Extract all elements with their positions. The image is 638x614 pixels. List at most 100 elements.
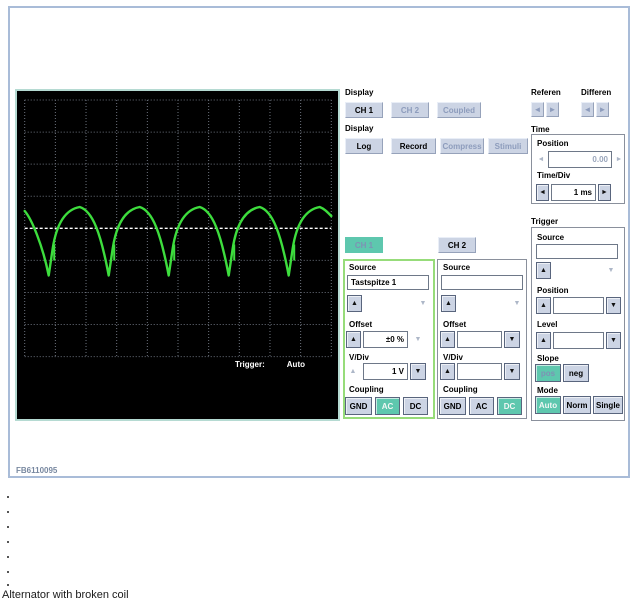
difference-label: Differen: [581, 88, 612, 97]
ch2-source-up-button[interactable]: ▲: [441, 295, 456, 312]
mode-norm-button[interactable]: Norm: [563, 396, 591, 414]
timediv-label: Time/Div: [537, 171, 571, 180]
ch1-source-value[interactable]: Tastspitze 1: [347, 275, 429, 290]
display-ch1-button[interactable]: CH 1: [345, 102, 383, 118]
timediv-increase-button[interactable]: ►: [598, 184, 611, 201]
arrow-down-icon: ▼: [508, 368, 516, 375]
ch2-vdiv-up-button[interactable]: ▲: [440, 363, 455, 380]
ch1-offset-value: ±0 %: [363, 331, 408, 348]
trigger-position-down-button[interactable]: ▼: [606, 297, 621, 314]
arrow-up-icon: ▲: [349, 368, 357, 375]
ch1-coupling-dc-button[interactable]: DC: [403, 397, 428, 415]
ch1-offset-up-button[interactable]: ▲: [346, 331, 361, 348]
display-coupled-button[interactable]: Coupled: [437, 102, 481, 118]
arrow-up-icon: ▲: [445, 300, 452, 307]
ch1-vdiv-up-button[interactable]: ▲: [347, 365, 359, 378]
compress-button[interactable]: Compress: [440, 138, 484, 154]
trigger-position-label: Position: [537, 286, 569, 295]
ch2-offset-down-button[interactable]: ▼: [504, 331, 520, 348]
trigger-mode-label: Mode: [537, 386, 558, 395]
time-group-label: Time: [531, 125, 550, 134]
trigger-level-down-button[interactable]: ▼: [606, 332, 621, 349]
arrow-down-icon: ▼: [607, 267, 615, 274]
trigger-level-up-button[interactable]: ▲: [536, 332, 551, 349]
figure-caption: Alternator with broken coil: [2, 589, 129, 601]
ch2-coupling-label: Coupling: [443, 385, 478, 394]
slope-neg-button[interactable]: neg: [563, 364, 589, 382]
arrow-up-icon: ▲: [444, 368, 451, 375]
trigger-source-label: Source: [537, 233, 565, 242]
ch1-coupling-gnd-button[interactable]: GND: [345, 397, 372, 415]
display-modes-label: Display: [345, 124, 374, 133]
arrow-right-icon: ►: [548, 105, 557, 114]
ch1-source-up-button[interactable]: ▲: [347, 295, 362, 312]
difference-prev-button[interactable]: ◄: [581, 102, 594, 117]
bullet-dot: [7, 526, 9, 528]
trigger-source-value[interactable]: [536, 244, 618, 259]
trigger-slope-label: Slope: [537, 354, 559, 363]
bullet-dot: [7, 584, 9, 586]
trigger-status-label: Trigger:: [235, 360, 265, 369]
screen-trigger-status: Trigger: Auto: [235, 360, 305, 369]
arrow-up-icon: ▲: [540, 337, 547, 344]
ch2-source-value[interactable]: [441, 275, 523, 290]
arrow-up-icon: ▲: [540, 302, 547, 309]
reference-next-button[interactable]: ►: [546, 102, 559, 117]
arrow-left-icon: ◄: [539, 189, 546, 196]
ch1-vdiv-label: V/Div: [349, 353, 370, 362]
mode-single-button[interactable]: Single: [593, 396, 623, 414]
trigger-source-down-button[interactable]: ▼: [605, 264, 617, 277]
slope-pos-button[interactable]: pos: [535, 364, 561, 382]
mode-auto-button[interactable]: Auto: [535, 396, 561, 414]
bullet-dot: [7, 496, 9, 498]
ch2-source-down-button[interactable]: ▼: [511, 297, 523, 310]
ch1-vdiv-value: 1 V: [363, 363, 408, 380]
tab-ch2[interactable]: CH 2: [438, 237, 476, 253]
ch2-vdiv-value: [457, 363, 502, 380]
ch1-vdiv-down-button[interactable]: ▼: [410, 363, 426, 380]
ch1-offset-down-button[interactable]: ▼: [412, 333, 424, 346]
stimuli-button[interactable]: Stimuli: [488, 138, 528, 154]
tab-ch1[interactable]: CH 1: [345, 237, 383, 253]
figure-code: FB6110095: [16, 466, 58, 475]
arrow-down-icon: ▼: [513, 300, 521, 307]
log-button[interactable]: Log: [345, 138, 383, 154]
arrow-right-icon: ►: [601, 189, 608, 196]
record-button[interactable]: Record: [391, 138, 436, 154]
ch1-coupling-ac-button[interactable]: AC: [375, 397, 400, 415]
arrow-down-icon: ▼: [414, 336, 422, 343]
ch1-source-label: Source: [349, 263, 377, 272]
ch1-coupling-label: Coupling: [349, 385, 384, 394]
time-position-left-button[interactable]: ◄: [536, 151, 546, 168]
ch2-offset-up-button[interactable]: ▲: [440, 331, 455, 348]
arrow-down-icon: ▼: [610, 337, 617, 344]
ch2-coupling-ac-button[interactable]: AC: [469, 397, 494, 415]
time-position-right-button[interactable]: ►: [614, 151, 624, 168]
trigger-level-label: Level: [537, 320, 558, 329]
ch2-vdiv-down-button[interactable]: ▼: [504, 363, 520, 380]
arrow-up-icon: ▲: [444, 336, 451, 343]
reference-prev-button[interactable]: ◄: [531, 102, 544, 117]
ch2-vdiv-label: V/Div: [443, 353, 464, 362]
timediv-decrease-button[interactable]: ◄: [536, 184, 549, 201]
ch2-coupling-gnd-button[interactable]: GND: [439, 397, 466, 415]
difference-next-button[interactable]: ►: [596, 102, 609, 117]
arrow-down-icon: ▼: [508, 336, 516, 343]
ch2-offset-label: Offset: [443, 320, 467, 329]
bullet-dot: [7, 571, 9, 573]
ch2-coupling-dc-button[interactable]: DC: [497, 397, 522, 415]
ch2-offset-value: [457, 331, 502, 348]
arrow-down-icon: ▼: [414, 368, 422, 375]
arrow-left-icon: ◄: [533, 105, 542, 114]
arrow-down-icon: ▼: [610, 302, 617, 309]
arrow-right-icon: ►: [598, 105, 607, 114]
display-channels-label: Display: [345, 88, 374, 97]
ch1-source-down-button[interactable]: ▼: [417, 297, 429, 310]
trigger-position-value: [553, 297, 604, 314]
arrow-up-icon: ▲: [350, 336, 357, 343]
trigger-position-up-button[interactable]: ▲: [536, 297, 551, 314]
ch1-offset-label: Offset: [349, 320, 373, 329]
arrow-up-icon: ▲: [540, 267, 547, 274]
display-ch2-button[interactable]: CH 2: [391, 102, 429, 118]
trigger-source-up-button[interactable]: ▲: [536, 262, 551, 279]
